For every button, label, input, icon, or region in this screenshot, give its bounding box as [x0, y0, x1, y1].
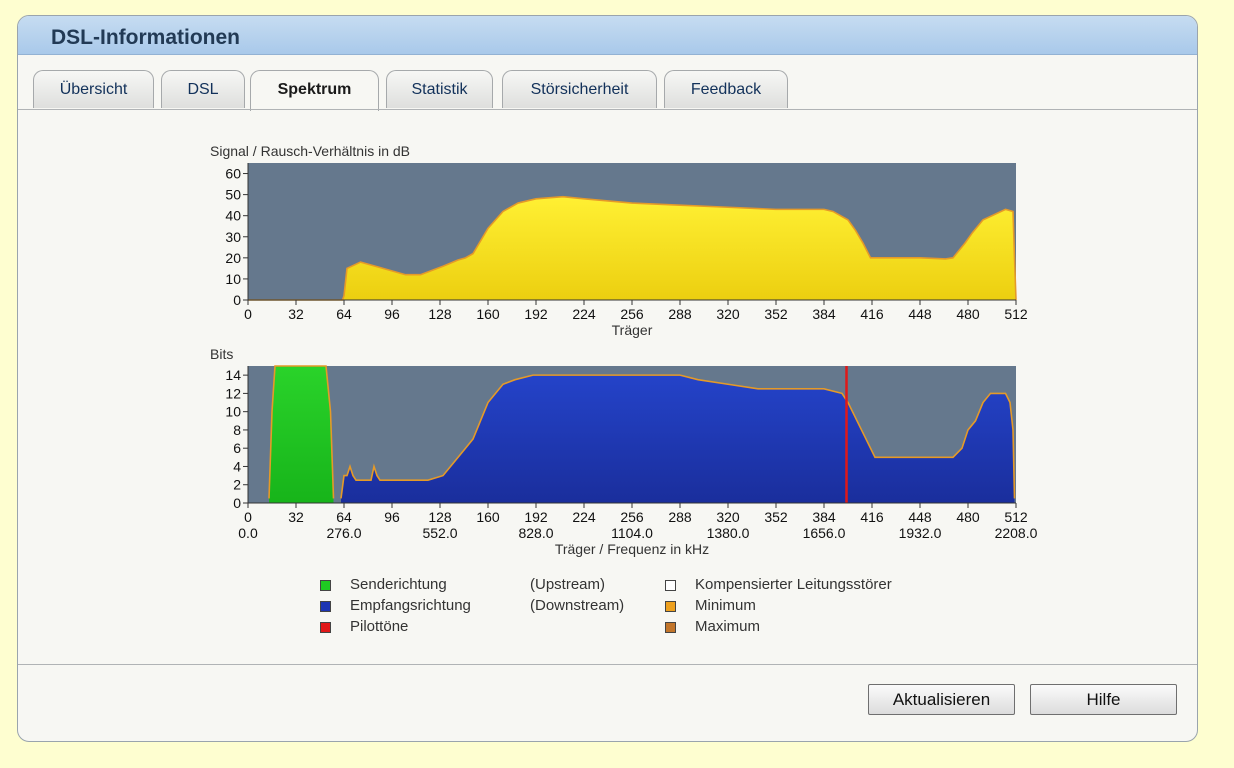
x-tick-label: 96 — [384, 306, 400, 322]
x-axis-label: Träger / Frequenz in kHz — [555, 541, 709, 557]
x-tick-label: 448 — [908, 306, 932, 322]
x-tick-label: 448 — [908, 509, 932, 525]
x-tick-label: 96 — [384, 509, 400, 525]
x-tick-label: 352 — [764, 306, 788, 322]
x-tick-label: 480 — [956, 306, 980, 322]
x-tick-label: 416 — [860, 306, 884, 322]
upstream-swatch — [320, 580, 331, 591]
maximum-swatch — [665, 622, 676, 633]
x-tick-label-secondary: 1380.0 — [707, 525, 750, 541]
x-tick-label: 160 — [476, 306, 500, 322]
legend-label: Minimum — [695, 597, 756, 614]
y-tick-label: 40 — [225, 208, 241, 224]
x-tick-label: 256 — [620, 306, 644, 322]
x-tick-label-secondary: 0.0 — [238, 525, 258, 541]
x-tick-label: 32 — [288, 509, 304, 525]
x-tick-label: 128 — [428, 509, 452, 525]
legend-label: Senderichtung — [350, 576, 447, 593]
footer-divider — [18, 664, 1197, 665]
y-tick-label: 20 — [225, 250, 241, 266]
dsl-info-panel: DSL-Informationen Übersicht DSL Spektrum… — [17, 15, 1198, 742]
x-tick-label: 352 — [764, 509, 788, 525]
bits-chart-title: Bits — [210, 346, 234, 362]
x-tick-label-secondary: 828.0 — [518, 525, 553, 541]
x-tick-label: 512 — [1004, 306, 1028, 322]
x-tick-label: 480 — [956, 509, 980, 525]
x-tick-label: 224 — [572, 509, 596, 525]
y-tick-label: 14 — [225, 367, 241, 383]
x-tick-label: 256 — [620, 509, 644, 525]
y-tick-label: 30 — [225, 229, 241, 245]
x-tick-label: 32 — [288, 306, 304, 322]
x-tick-label: 64 — [336, 509, 352, 525]
x-tick-label-secondary: 1932.0 — [899, 525, 942, 541]
x-tick-label: 320 — [716, 306, 740, 322]
x-tick-label: 0 — [244, 306, 252, 322]
legend-suffix: (Upstream) — [530, 576, 606, 593]
x-tick-label-secondary: 2208.0 — [995, 525, 1038, 541]
x-tick-label: 0 — [244, 509, 252, 525]
tab-divider — [18, 109, 1197, 110]
x-tick-label: 192 — [524, 306, 548, 322]
compensated-swatch — [665, 580, 676, 591]
x-tick-label: 416 — [860, 509, 884, 525]
y-tick-label: 4 — [233, 458, 241, 474]
y-tick-label: 6 — [233, 440, 241, 456]
x-axis-label: Träger — [612, 322, 653, 338]
tab-uebersicht[interactable]: Übersicht — [33, 70, 154, 108]
x-tick-label: 224 — [572, 306, 596, 322]
snr-chart: 0 10 20 30 40 50 60 0 32 64 96 128 160 192 224 256 288 32… — [225, 163, 1028, 338]
downstream-swatch — [320, 601, 331, 612]
pilot-swatch — [320, 622, 331, 633]
x-tick-label: 288 — [668, 509, 692, 525]
x-tick-label: 384 — [812, 306, 836, 322]
legend-label: Pilottöne — [350, 618, 409, 635]
upstream-area — [269, 366, 334, 503]
x-tick-label: 192 — [524, 509, 548, 525]
legend-label: Kompensierter Leitungsstörer — [695, 576, 892, 593]
y-tick-label: 50 — [225, 187, 241, 203]
x-tick-label: 160 — [476, 509, 500, 525]
x-tick-label: 384 — [812, 509, 836, 525]
help-button[interactable]: Hilfe — [1030, 684, 1177, 715]
panel-header: DSL-Informationen — [18, 16, 1197, 55]
y-tick-label: 8 — [233, 422, 241, 438]
x-tick-label: 512 — [1004, 509, 1028, 525]
tab-spektrum[interactable]: Spektrum — [250, 70, 379, 111]
y-tick-label: 0 — [233, 495, 241, 511]
panel-title: DSL-Informationen — [51, 26, 240, 49]
x-tick-label: 320 — [716, 509, 740, 525]
x-tick-label-secondary: 1104.0 — [611, 525, 653, 541]
y-tick-label: 10 — [225, 404, 241, 420]
x-tick-label: 128 — [428, 306, 452, 322]
tab-feedback[interactable]: Feedback — [664, 70, 788, 108]
refresh-button[interactable]: Aktualisieren — [868, 684, 1015, 715]
snr-chart-title: Signal / Rausch-Verhältnis in dB — [210, 143, 410, 159]
tab-dsl[interactable]: DSL — [161, 70, 245, 108]
tab-stoersicherheit[interactable]: Störsicherheit — [502, 70, 657, 108]
legend-label: Empfangsrichtung — [350, 597, 471, 614]
y-tick-label: 0 — [233, 292, 241, 308]
legend-suffix: (Downstream) — [530, 597, 625, 614]
y-tick-label: 2 — [233, 477, 241, 493]
x-tick-label: 64 — [336, 306, 352, 322]
y-tick-label: 60 — [225, 166, 241, 182]
y-tick-label: 10 — [225, 271, 241, 287]
tab-statistik[interactable]: Statistik — [386, 70, 493, 108]
minimum-swatch — [665, 601, 676, 612]
legend-label: Maximum — [695, 618, 761, 635]
bits-chart: 024681012140 32 64 96 128 160 192 224 256 288 320 3… — [225, 365, 1038, 557]
x-tick-label-secondary: 1656.0 — [803, 525, 846, 541]
x-tick-label: 288 — [668, 306, 692, 322]
x-tick-label-secondary: 276.0 — [326, 525, 361, 541]
x-tick-label-secondary: 552.0 — [422, 525, 457, 541]
y-tick-label: 12 — [225, 385, 241, 401]
